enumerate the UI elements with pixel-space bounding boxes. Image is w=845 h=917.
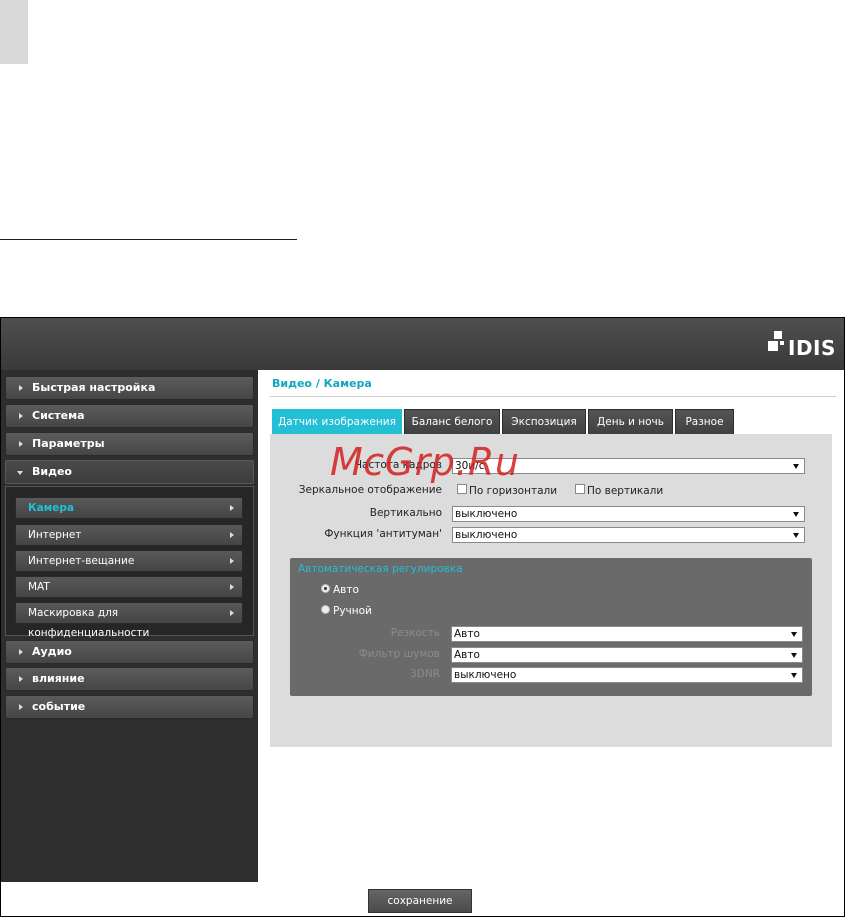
dnr-label: 3DNR [410, 668, 440, 680]
dropdown-caret-icon [793, 533, 799, 538]
breadcrumb: Видео / Камера [272, 377, 372, 390]
chevron-right-icon [19, 441, 23, 447]
noise-filter-select[interactable]: Авто [451, 647, 803, 663]
vertical-label: Вертикально [369, 507, 442, 519]
dropdown-caret-icon [791, 653, 797, 658]
dnr-value: выключено [454, 669, 517, 681]
auto-adjust-panel: Автоматическая регулировка Авто Ручной Р… [290, 558, 812, 696]
sidebar-item-video[interactable]: Видео [5, 460, 254, 484]
sidebar-item-parameters[interactable]: Параметры [5, 432, 254, 456]
sharpness-label: Резкость [390, 627, 440, 639]
manual-radio-label: Ручной [333, 605, 372, 617]
tab-exposure[interactable]: Экспозиция [502, 409, 586, 434]
heading-underline [0, 239, 297, 240]
sidebar-item-label: Видео [32, 465, 72, 478]
submenu-item-label: Маскировка для конфиденциальности [28, 607, 150, 639]
chevron-right-icon [19, 649, 23, 655]
auto-radio-label: Авто [333, 584, 359, 596]
sidebar-item-label: Быстрая настройка [32, 381, 156, 394]
chevron-right-icon [19, 385, 23, 391]
tab-image-sensor[interactable]: Датчик изображения [272, 409, 402, 434]
mirror-vertical-label: По вертикали [587, 485, 664, 497]
tab-white-balance[interactable]: Баланс белого [404, 409, 500, 434]
auto-radio[interactable] [321, 584, 330, 593]
idis-logo: IDIS [768, 329, 838, 360]
defog-select[interactable]: выключено [452, 527, 805, 543]
page-corner-tab [0, 0, 28, 64]
auto-adjust-title: Автоматическая регулировка [298, 563, 463, 575]
sidebar-item-quick-setup[interactable]: Быстрая настройка [5, 376, 254, 400]
manual-radio[interactable] [321, 605, 330, 614]
watermark-text: McGrp.Ru [330, 440, 520, 484]
dropdown-caret-icon [791, 632, 797, 637]
chevron-right-icon [230, 610, 234, 616]
footer-bar: сохранение [1, 882, 844, 916]
submenu-item-camera[interactable]: Камера [15, 497, 243, 519]
submenu-item-label: MAT [28, 581, 50, 593]
defog-label: Функция 'антитуман' [324, 528, 442, 540]
dropdown-caret-icon [793, 512, 799, 517]
dnr-select[interactable]: выключено [451, 667, 803, 683]
chevron-right-icon [230, 584, 234, 590]
defog-value: выключено [455, 529, 518, 541]
dropdown-caret-icon [791, 673, 797, 678]
submenu-item-streaming[interactable]: Интернет-вещание [15, 550, 243, 572]
mirror-vertical-checkbox[interactable] [575, 484, 585, 494]
noise-filter-label: Фильтр шумов [358, 648, 440, 660]
sidebar-item-label: Параметры [32, 437, 105, 450]
noise-filter-value: Авто [454, 649, 480, 661]
sidebar-item-influence[interactable]: влияние [5, 667, 254, 691]
submenu-item-label: Интернет-вещание [28, 555, 135, 567]
breadcrumb-divider [270, 396, 836, 397]
submenu-item-privacy-mask[interactable]: Маскировка для конфиденциальности [15, 602, 243, 639]
mirror-horizontal-checkbox[interactable] [457, 484, 467, 494]
submenu-item-label: Интернет [28, 529, 82, 541]
tab-misc[interactable]: Разное [675, 409, 734, 434]
sharpness-value: Авто [454, 628, 480, 640]
tab-day-night[interactable]: День и ночь [588, 409, 673, 434]
chevron-right-icon [19, 704, 23, 710]
chevron-right-icon [230, 558, 234, 564]
sidebar-item-label: Аудио [32, 645, 72, 658]
sidebar-item-audio[interactable]: Аудио [5, 640, 254, 664]
app-header: IDIS [1, 318, 844, 370]
sidebar-item-event[interactable]: событие [5, 695, 254, 719]
vertical-value: выключено [455, 508, 518, 520]
sidebar-item-label: влияние [32, 672, 85, 685]
save-button[interactable]: сохранение [368, 889, 472, 913]
sidebar-item-label: событие [32, 700, 86, 713]
chevron-down-icon [17, 471, 23, 475]
dropdown-caret-icon [793, 464, 799, 469]
submenu-item-internet[interactable]: Интернет [15, 524, 243, 546]
mirror-horizontal-label: По горизонтали [469, 485, 558, 497]
logo-text: IDIS [788, 336, 836, 360]
chevron-right-icon [19, 676, 23, 682]
sidebar-item-label: Система [32, 409, 85, 422]
submenu-item-label: Камера [28, 502, 74, 514]
submenu-item-mat[interactable]: MAT [15, 576, 243, 598]
app-window: IDIS Быстрая настройка Система Параметры… [0, 317, 845, 917]
mirror-label: Зеркальное отображение [298, 484, 442, 496]
chevron-right-icon [230, 532, 234, 538]
vertical-select[interactable]: выключено [452, 506, 805, 522]
sharpness-select[interactable]: Авто [451, 626, 803, 642]
chevron-right-icon [19, 413, 23, 419]
video-submenu: Камера Интернет Интернет-вещание MAT Мас… [5, 486, 254, 639]
chevron-right-icon [230, 505, 234, 511]
sidebar: Быстрая настройка Система Параметры Виде… [1, 370, 258, 882]
sidebar-item-system[interactable]: Система [5, 404, 254, 428]
